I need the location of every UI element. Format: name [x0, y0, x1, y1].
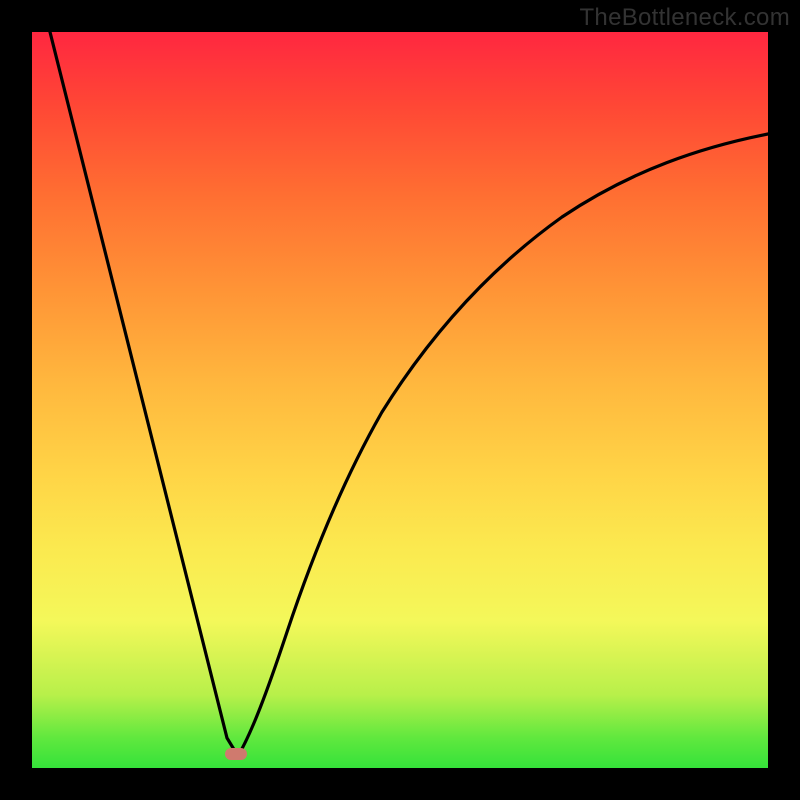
curve-left — [50, 32, 238, 756]
curve-svg — [32, 32, 768, 768]
chart-frame: TheBottleneck.com — [0, 0, 800, 800]
plot-area — [32, 32, 768, 768]
min-point-marker — [225, 748, 247, 760]
curve-right — [238, 134, 768, 756]
watermark-text: TheBottleneck.com — [579, 4, 790, 32]
